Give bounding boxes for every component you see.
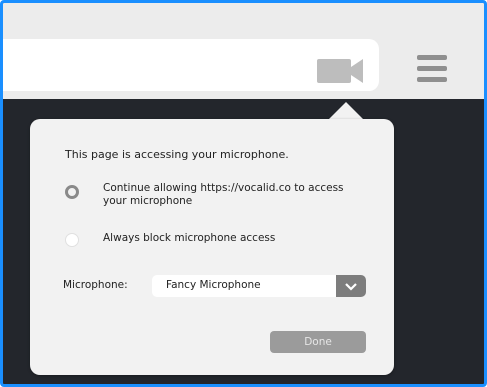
done-button[interactable]: Done xyxy=(270,331,366,353)
chevron-down-icon[interactable] xyxy=(336,275,366,297)
microphone-permission-popup: This page is accessing your microphone. … xyxy=(30,119,394,375)
popup-arrow xyxy=(328,102,364,120)
video-camera-icon[interactable] xyxy=(313,57,365,85)
option-continue-allowing-label: Continue allowing https://vocalid.co to … xyxy=(103,182,344,207)
browser-window: This page is accessing your microphone. … xyxy=(0,0,487,387)
microphone-select[interactable]: Fancy Microphone xyxy=(152,275,366,297)
popup-title: This page is accessing your microphone. xyxy=(65,148,289,161)
radio-continue-allowing[interactable] xyxy=(65,185,79,199)
radio-always-block[interactable] xyxy=(65,233,79,247)
microphone-label: Microphone: xyxy=(63,279,128,291)
hamburger-menu-icon[interactable] xyxy=(417,55,447,83)
microphone-select-value: Fancy Microphone xyxy=(166,279,261,291)
option-always-block-label: Always block microphone access xyxy=(103,232,276,244)
